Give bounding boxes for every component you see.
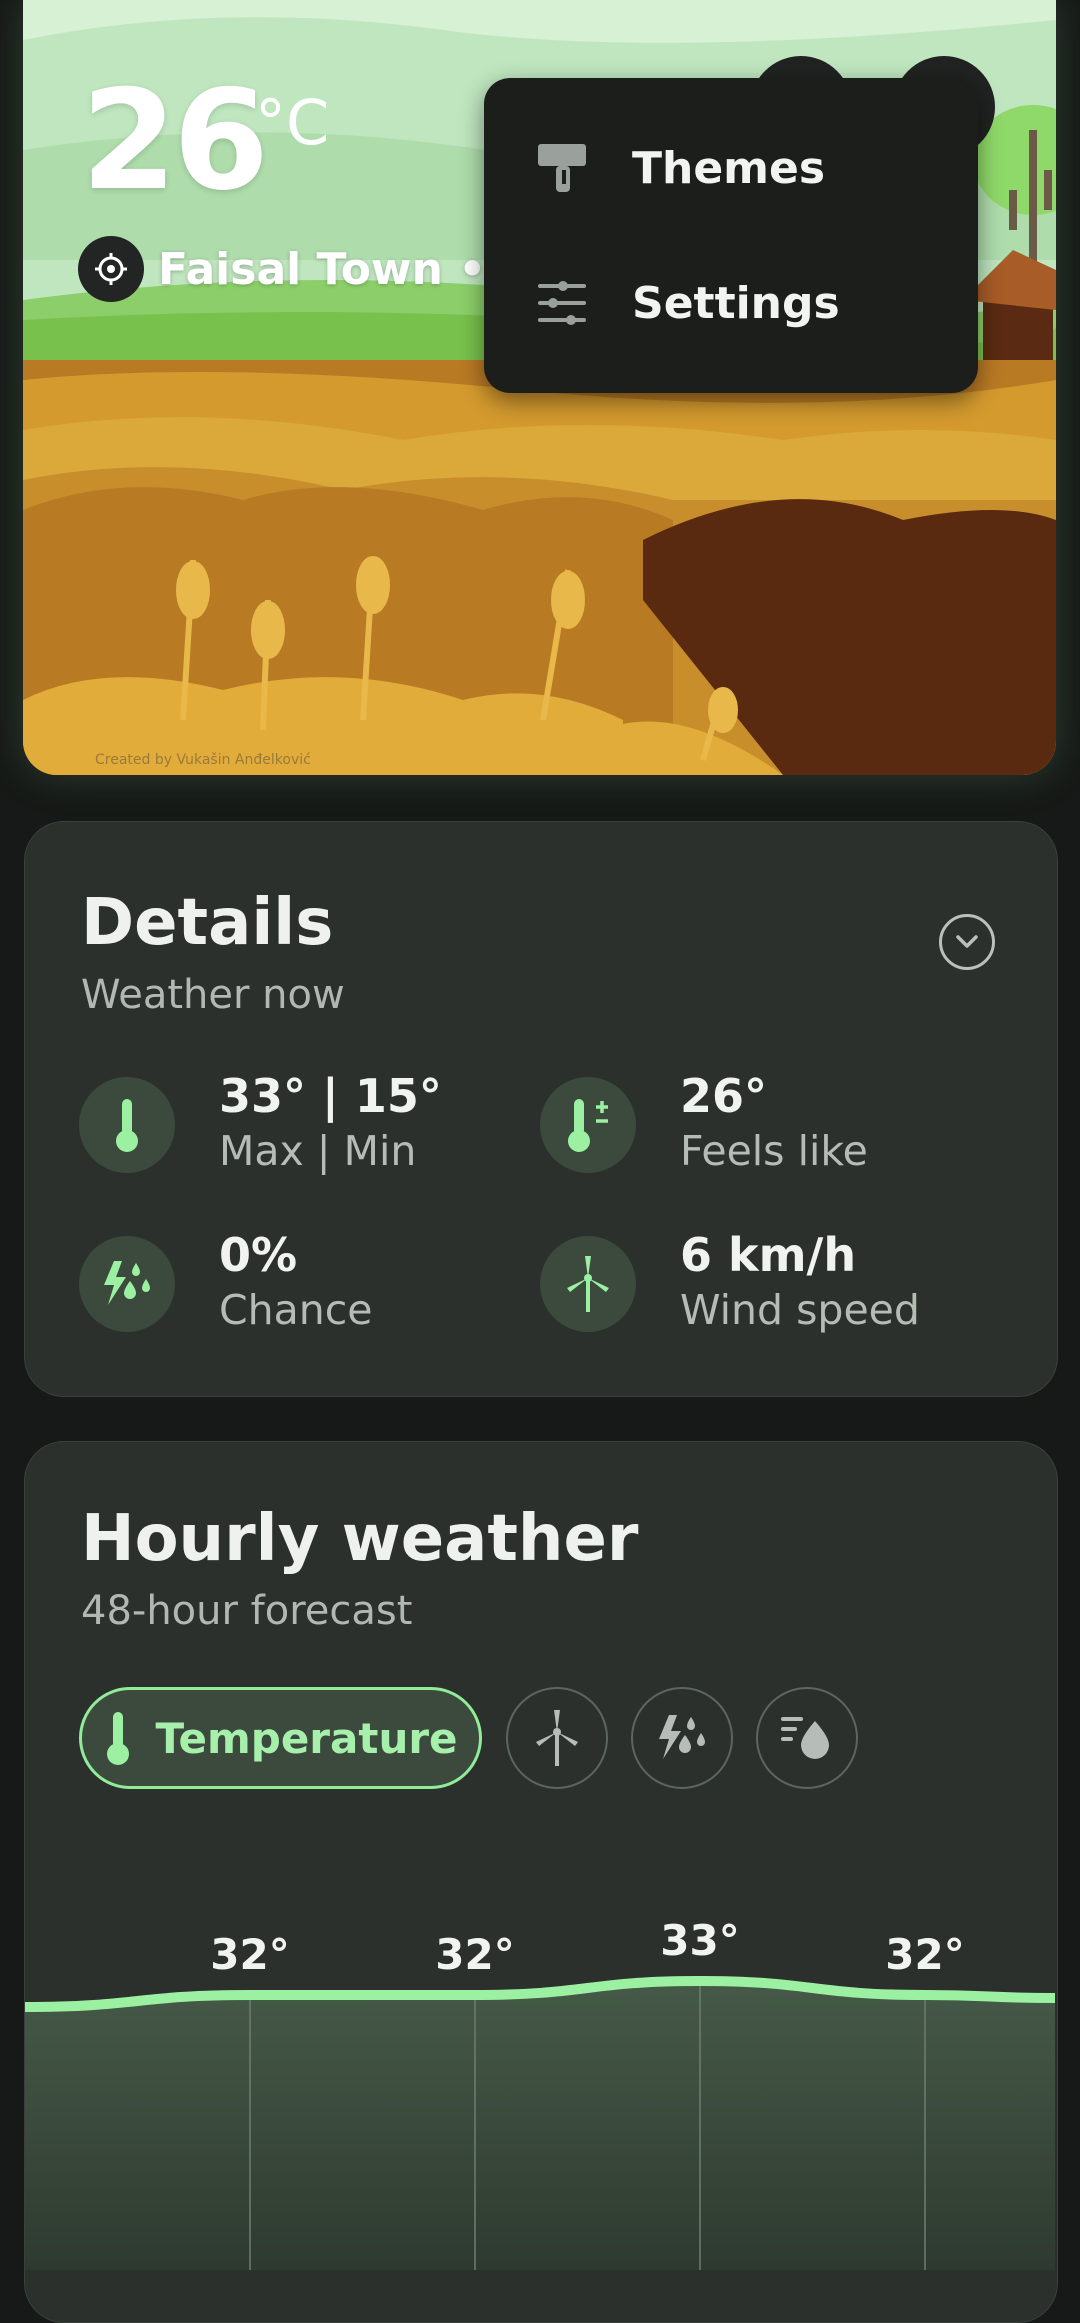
wind-turbine-icon [540, 1236, 636, 1332]
hourly-title: Hourly weather [81, 1502, 639, 1576]
sliders-icon [534, 275, 590, 331]
chip-wind[interactable] [506, 1687, 608, 1789]
temperature-data-label: 32° [435, 1930, 514, 1979]
menu-item-settings[interactable]: Settings [484, 243, 978, 363]
temperature-point [699, 1980, 701, 1982]
temperature-data-label: 32° [885, 1930, 964, 1979]
chip-label: Temperature [155, 1713, 458, 1763]
detail-label: Max | Min [219, 1127, 417, 1175]
wind-turbine-icon [536, 1710, 578, 1766]
detail-value: 26° [680, 1069, 768, 1123]
thermometer-icon [107, 1712, 130, 1765]
temperature-point [924, 1994, 926, 1996]
detail-value: 0% [219, 1228, 298, 1282]
location-row[interactable]: Faisal Town • C [78, 236, 534, 302]
detail-feels-like: 26° Feels like [540, 1069, 960, 1177]
hourly-temperature-chart: 32° 32° 33° 32° [25, 1916, 1055, 2270]
detail-precipitation-chance: 0% Chance [79, 1228, 499, 1336]
detail-label: Feels like [680, 1127, 868, 1175]
temperature-data-label: 33° [660, 1916, 739, 1965]
menu-item-label: Themes [632, 142, 826, 194]
thermometer-icon [79, 1077, 175, 1173]
humidity-drop-icon [781, 1717, 829, 1759]
detail-value: 33° | 15° [219, 1069, 442, 1123]
thermometer-plus-minus-icon [540, 1077, 636, 1173]
location-name: Faisal Town • C [158, 243, 534, 295]
detail-label: Chance [219, 1286, 373, 1334]
storm-rain-icon [659, 1715, 705, 1759]
current-temperature: 26 [81, 60, 269, 221]
detail-wind-speed: 6 km/h Wind speed [540, 1228, 1000, 1336]
location-crosshair-icon [78, 236, 144, 302]
menu-item-label: Settings [632, 277, 840, 329]
details-card: Details Weather now 33° | 15° Max | Min [24, 821, 1058, 1397]
detail-value: 6 km/h [680, 1228, 857, 1282]
detail-label: Wind speed [680, 1286, 920, 1334]
temperature-point [474, 1994, 476, 1996]
chip-temperature[interactable]: Temperature [79, 1687, 482, 1789]
temperature-unit: °C [255, 86, 330, 159]
detail-max-min: 33° | 15° Max | Min [79, 1069, 499, 1177]
illustration-credit: Created by Vukašin Anđelković [95, 752, 311, 768]
chevron-down-icon [956, 935, 978, 948]
chart-area-fill [25, 1981, 1055, 2270]
details-title: Details [81, 886, 334, 960]
temperature-data-label: 32° [210, 1930, 289, 1979]
overflow-menu: Themes Settings [484, 78, 978, 393]
paint-roller-icon [534, 140, 590, 196]
hourly-subtitle: 48-hour forecast [81, 1588, 413, 1634]
storm-rain-icon [79, 1236, 175, 1332]
chip-humidity[interactable] [756, 1687, 858, 1789]
details-subtitle: Weather now [81, 972, 345, 1018]
chip-precipitation[interactable] [631, 1687, 733, 1789]
menu-item-themes[interactable]: Themes [484, 108, 978, 228]
temperature-point [249, 1994, 251, 1996]
expand-details-button[interactable] [939, 914, 995, 970]
